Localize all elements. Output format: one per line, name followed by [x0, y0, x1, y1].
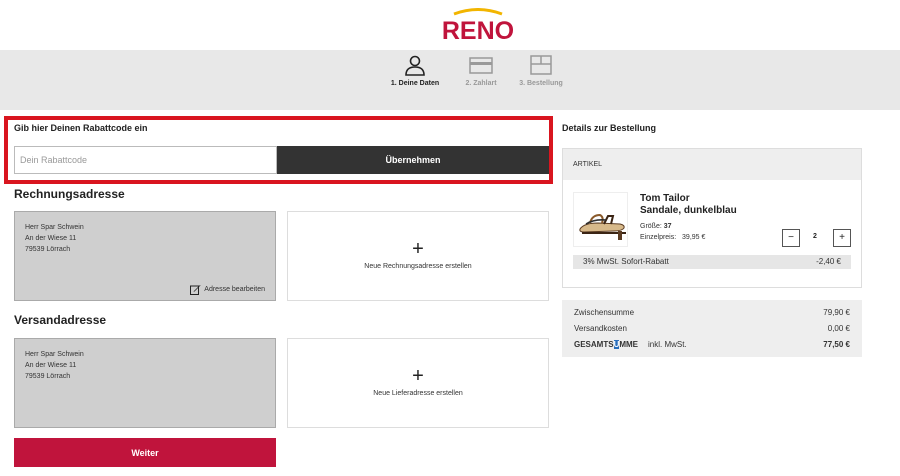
unit-price-label: Einzelpreis: — [640, 234, 677, 241]
address-name: Herr Spar Schwein — [25, 351, 84, 358]
new-billing-address-label: Neue Rechnungsadresse erstellen — [364, 263, 472, 270]
increase-quantity-button[interactable]: + — [833, 229, 851, 247]
product-name: Sandale, dunkelblau — [640, 205, 737, 216]
grand-total-label: GESAMTSUMME — [574, 337, 638, 353]
user-icon — [405, 55, 425, 76]
credit-card-icon — [469, 57, 493, 74]
size-value: 37 — [663, 223, 672, 230]
product-unit-price: Einzelpreis: 39,95 € — [640, 234, 705, 241]
plus-icon: + — [412, 238, 424, 260]
subtotal-value: 79,90 € — [823, 308, 850, 317]
address-name: Herr Spar Schwein — [25, 224, 84, 231]
subtotal-label: Zwischensumme — [574, 308, 635, 317]
plus-icon: + — [412, 365, 424, 387]
box-icon — [530, 55, 552, 75]
checkout-stepper: 1. Deine Daten 2. Zahlart 3. Bestellung — [0, 50, 900, 110]
address-city: 79539 Lörrach — [25, 373, 71, 380]
grand-total-value: 77,50 € — [823, 340, 850, 349]
promo-code-input[interactable] — [14, 146, 277, 174]
sandal-image — [579, 213, 626, 240]
shipping-cost-row: Versandkosten 0,00 € — [574, 321, 850, 337]
billing-address-card[interactable]: Herr Spar Schwein An der Wiese 11 79539 … — [14, 211, 276, 301]
address-street: An der Wiese 11 — [25, 235, 77, 242]
logo-text: RENO — [442, 17, 514, 42]
address-street: An der Wiese 11 — [25, 362, 77, 369]
step-label: 1. Deine Daten — [390, 80, 440, 87]
shipping-address-card[interactable]: Herr Spar Schwein An der Wiese 11 79539 … — [14, 338, 276, 428]
edit-address-link[interactable]: Adresse bearbeiten — [190, 284, 265, 295]
incl-vat-label: inkl. MwSt. — [648, 340, 687, 349]
order-card: ARTIKEL Tom Tailor Sandale, dunkelblau G… — [562, 148, 862, 288]
discount-value: -2,40 € — [816, 257, 841, 266]
new-billing-address-card[interactable]: + Neue Rechnungsadresse erstellen — [287, 211, 549, 301]
billing-heading: Rechnungsadresse — [14, 187, 125, 201]
product-brand: Tom Tailor — [640, 193, 690, 204]
reno-logo[interactable]: RENO — [440, 8, 516, 42]
order-totals: Zwischensumme 79,90 € Versandkosten 0,00… — [562, 300, 862, 357]
product-size: Größe: 37 — [640, 223, 672, 230]
product-image[interactable] — [573, 192, 628, 247]
discount-row: 3% MwSt. Sofort-Rabatt -2,40 € — [573, 255, 851, 269]
new-shipping-address-label: Neue Lieferadresse erstellen — [373, 390, 463, 397]
next-button[interactable]: Weiter — [14, 438, 276, 467]
apply-promo-button[interactable]: Übernehmen — [277, 146, 549, 174]
edit-icon — [190, 285, 201, 295]
unit-price-value: 39,95 € — [682, 234, 706, 241]
shipping-cost-label: Versandkosten — [574, 324, 627, 333]
product-title[interactable]: Tom Tailor Sandale, dunkelblau — [640, 193, 737, 217]
step-order[interactable]: 3. Bestellung — [506, 54, 576, 87]
grand-total-label-part: MME — [619, 340, 639, 349]
new-shipping-address-card[interactable]: + Neue Lieferadresse erstellen — [287, 338, 549, 428]
grand-total-label-part: GESAMTS — [574, 340, 614, 349]
order-details-title: Details zur Bestellung — [562, 123, 657, 133]
decrease-quantity-button[interactable]: − — [782, 229, 800, 247]
discount-label: 3% MwSt. Sofort-Rabatt — [583, 257, 669, 266]
edit-address-label: Adresse bearbeiten — [204, 286, 265, 293]
subtotal-row: Zwischensumme 79,90 € — [574, 305, 850, 321]
grand-total-row: GESAMTSUMME inkl. MwSt. 77,50 € — [574, 337, 850, 353]
shipping-heading: Versandadresse — [14, 313, 107, 327]
size-label: Größe: — [640, 223, 662, 230]
article-column-header: ARTIKEL — [563, 149, 861, 180]
promo-title: Gib hier Deinen Rabattcode ein — [14, 123, 148, 133]
step-label: 3. Bestellung — [519, 80, 563, 87]
address-city: 79539 Lörrach — [25, 246, 71, 253]
shipping-cost-value: 0,00 € — [827, 324, 850, 333]
grand-total-label-group: GESAMTSUMME inkl. MwSt. — [574, 337, 687, 353]
quantity-value: 2 — [813, 233, 817, 240]
step-personal-data[interactable]: 1. Deine Daten — [380, 54, 450, 87]
